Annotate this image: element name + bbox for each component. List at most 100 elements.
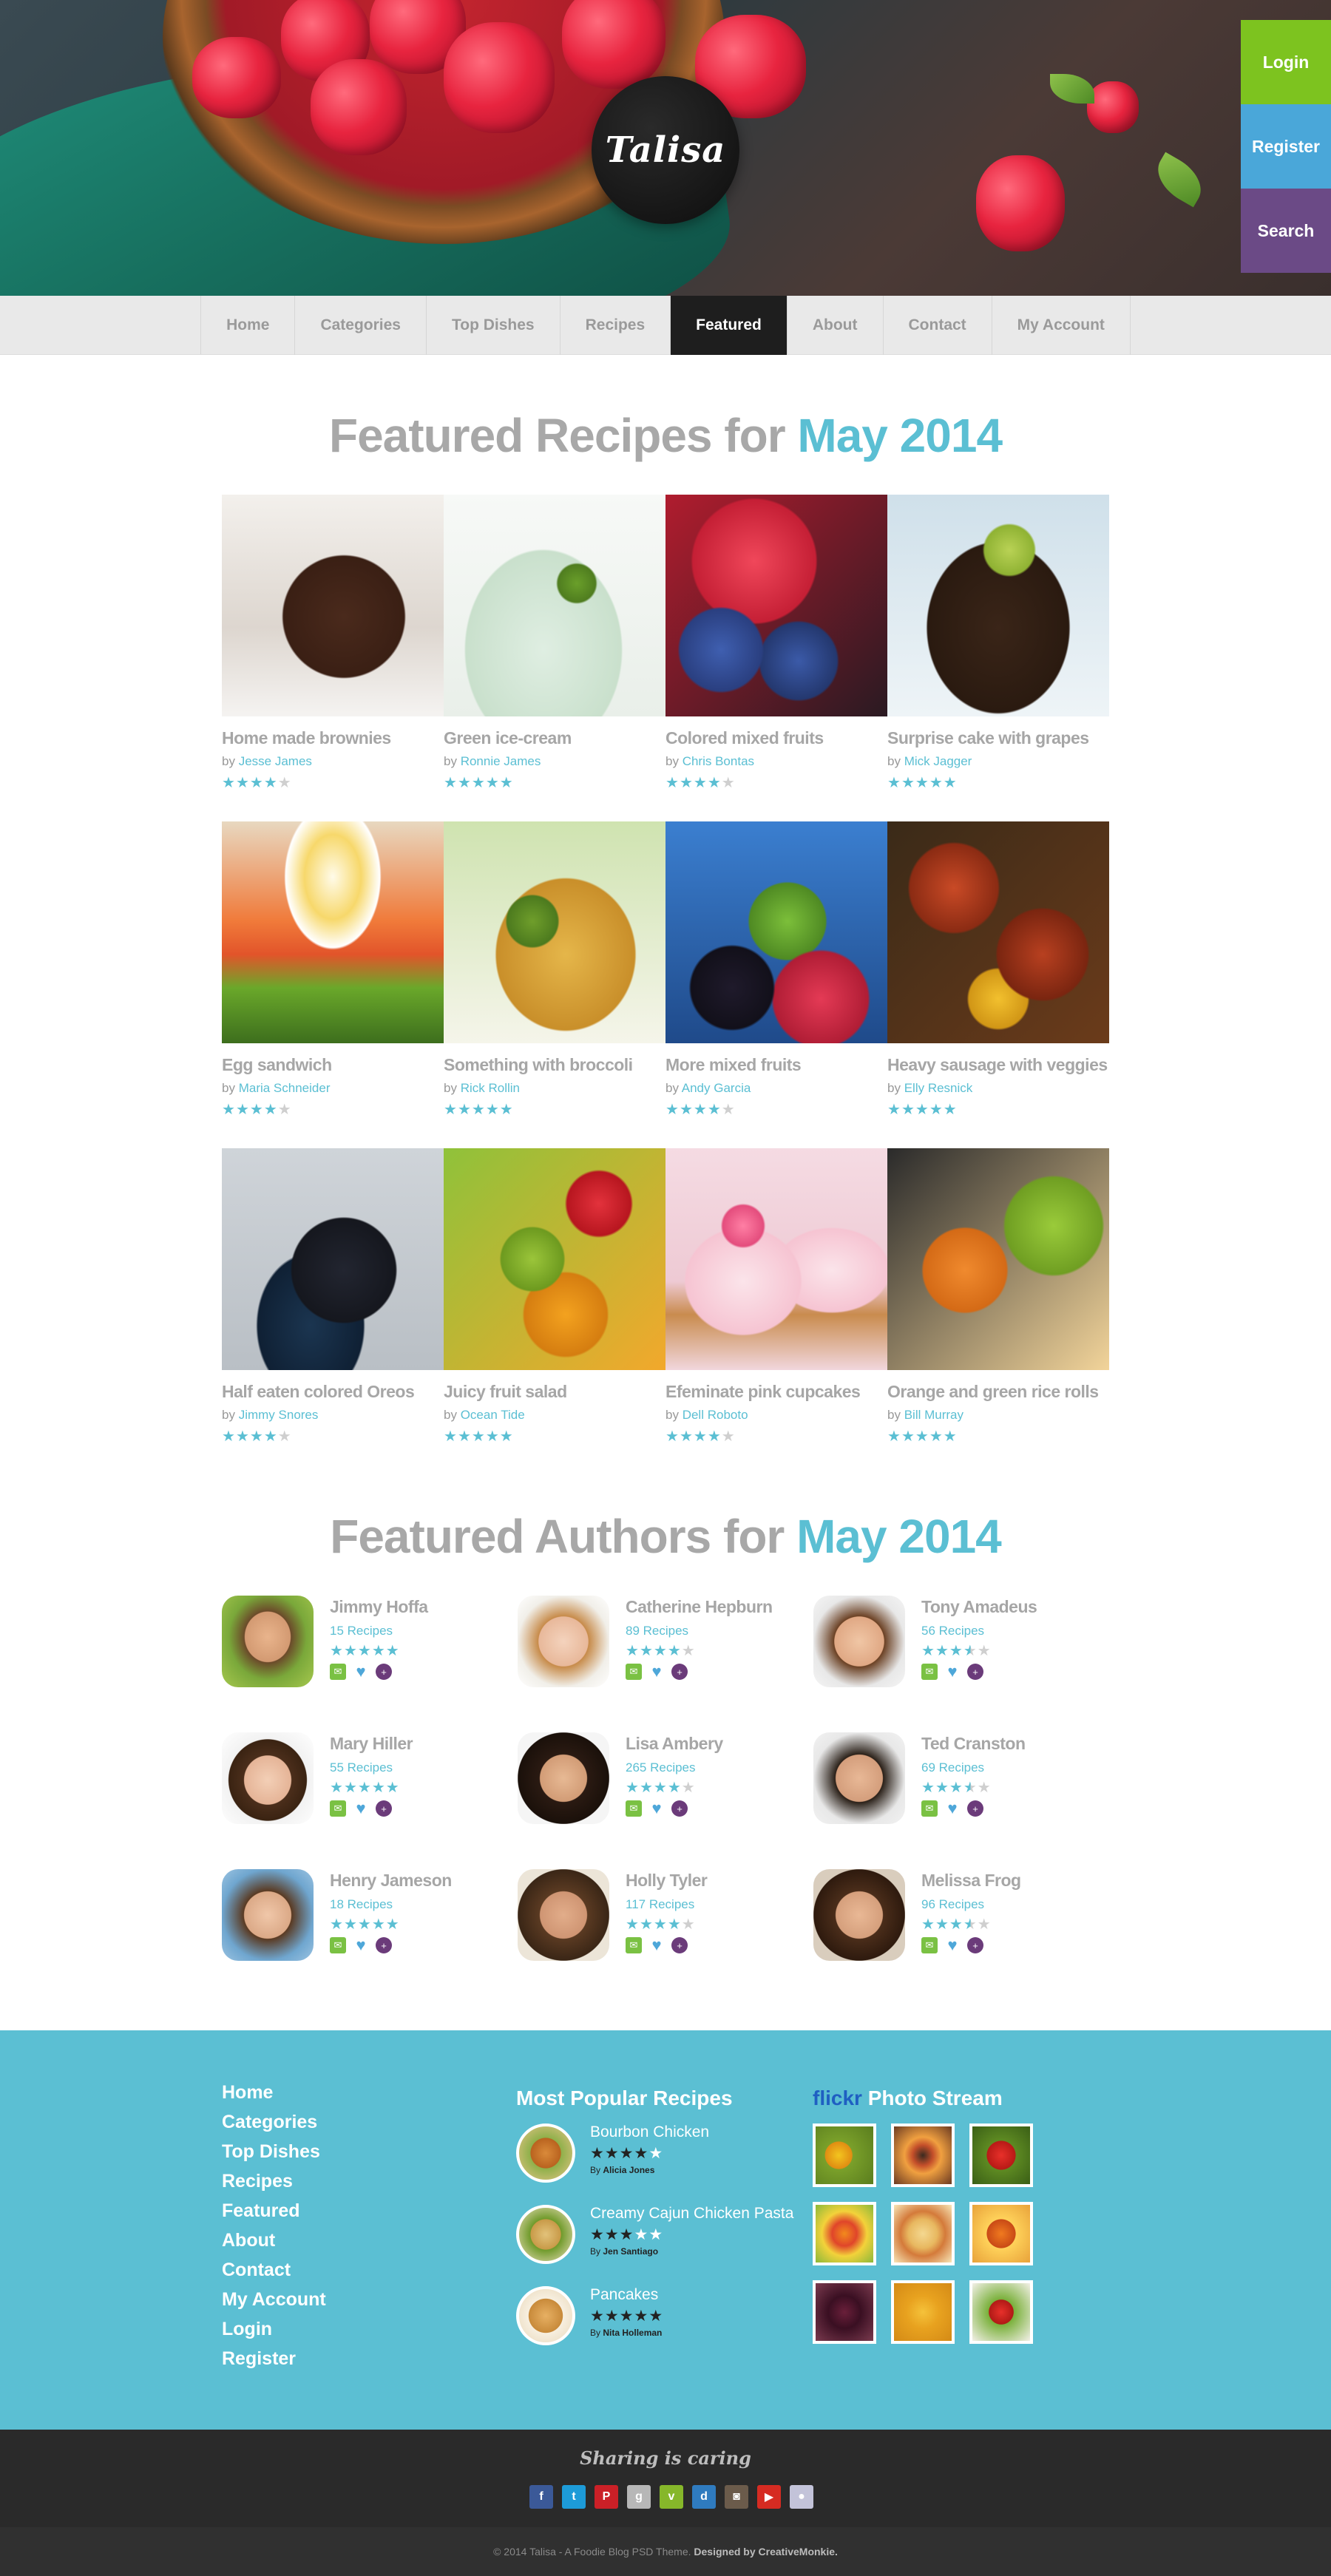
heart-icon[interactable]: ♥ bbox=[353, 1936, 369, 1954]
footer-link-my-account[interactable]: My Account bbox=[222, 2285, 326, 2314]
plus-icon[interactable]: + bbox=[376, 1664, 392, 1680]
recipe-card[interactable]: Juicy fruit salad by Ocean Tide ★★★★★ bbox=[444, 1148, 666, 1475]
popular-recipe-thumb[interactable] bbox=[516, 2286, 575, 2345]
avatar[interactable] bbox=[813, 1732, 905, 1824]
flickr-photo[interactable] bbox=[891, 2202, 955, 2265]
recipe-title[interactable]: Something with broccoli bbox=[444, 1055, 666, 1075]
site-logo[interactable]: Talisa bbox=[592, 76, 739, 224]
recipe-card[interactable]: Half eaten colored Oreos by Jimmy Snores ★… bbox=[222, 1148, 444, 1475]
author-card[interactable]: Holly Tyler 117 Recipes ★★★★★ ✉ ♥ + bbox=[518, 1869, 813, 1961]
recipe-card[interactable]: Efeminate pink cupcakes by Dell Roboto ★★★… bbox=[666, 1148, 887, 1475]
recipe-image[interactable] bbox=[444, 495, 666, 716]
footer-link-home[interactable]: Home bbox=[222, 2078, 326, 2107]
avatar[interactable] bbox=[813, 1869, 905, 1961]
nav-item-top-dishes[interactable]: Top Dishes bbox=[427, 296, 560, 355]
delicious-icon[interactable]: d bbox=[692, 2485, 716, 2509]
recipe-image[interactable] bbox=[887, 821, 1109, 1043]
recipe-card[interactable]: Green ice-cream by Ronnie James ★★★★★ bbox=[444, 495, 666, 821]
recipe-author-link[interactable]: Ronnie James bbox=[461, 754, 541, 768]
plus-icon[interactable]: + bbox=[376, 1937, 392, 1953]
designer-credit[interactable]: Designed by CreativeMonkie. bbox=[694, 2546, 838, 2558]
author-name[interactable]: Lisa Ambery bbox=[626, 1734, 723, 1754]
flickr-photo[interactable] bbox=[969, 2123, 1033, 2187]
popular-recipe-title[interactable]: Creamy Cajun Chicken Pasta bbox=[590, 2205, 793, 2223]
author-card[interactable]: Henry Jameson 18 Recipes ★★★★★ ✉ ♥ + bbox=[222, 1869, 518, 1961]
plus-icon[interactable]: + bbox=[967, 1937, 983, 1953]
plus-icon[interactable]: + bbox=[671, 1937, 688, 1953]
flickr-photo[interactable] bbox=[813, 2123, 876, 2187]
recipe-title[interactable]: More mixed fruits bbox=[666, 1055, 887, 1075]
flickr-photo[interactable] bbox=[891, 2280, 955, 2344]
author-recipe-count[interactable]: 18 Recipes bbox=[330, 1897, 452, 1912]
recipe-title[interactable]: Surprise cake with grapes bbox=[887, 728, 1109, 748]
recipe-author-link[interactable]: Jimmy Snores bbox=[239, 1408, 319, 1422]
recipe-image[interactable] bbox=[666, 821, 887, 1043]
mail-icon[interactable]: ✉ bbox=[626, 1664, 642, 1680]
recipe-image[interactable] bbox=[222, 821, 444, 1043]
nav-item-about[interactable]: About bbox=[788, 296, 884, 355]
heart-icon[interactable]: ♥ bbox=[944, 1936, 961, 1954]
pinterest-icon[interactable]: P bbox=[595, 2485, 618, 2509]
mail-icon[interactable]: ✉ bbox=[921, 1664, 938, 1680]
author-name[interactable]: Henry Jameson bbox=[330, 1871, 452, 1891]
plus-icon[interactable]: + bbox=[376, 1800, 392, 1817]
plus-icon[interactable]: + bbox=[671, 1800, 688, 1817]
author-card[interactable]: Catherine Hepburn 89 Recipes ★★★★★ ✉ ♥ + bbox=[518, 1596, 813, 1687]
login-tab[interactable]: Login bbox=[1241, 20, 1331, 104]
twitter-icon[interactable]: t bbox=[562, 2485, 586, 2509]
author-recipe-count[interactable]: 55 Recipes bbox=[330, 1760, 413, 1775]
recipe-title[interactable]: Green ice-cream bbox=[444, 728, 666, 748]
popular-recipe-title[interactable]: Pancakes bbox=[590, 2286, 663, 2304]
recipe-card[interactable]: Egg sandwich by Maria Schneider ★★★★★ bbox=[222, 821, 444, 1148]
flickr-photo[interactable] bbox=[891, 2123, 955, 2187]
recipe-card[interactable]: Heavy sausage with veggies by Elly Resnic… bbox=[887, 821, 1109, 1148]
recipe-author-link[interactable]: Elly Resnick bbox=[904, 1081, 973, 1095]
mail-icon[interactable]: ✉ bbox=[921, 1937, 938, 1953]
footer-link-recipes[interactable]: Recipes bbox=[222, 2166, 326, 2196]
recipe-author-link[interactable]: Jesse James bbox=[239, 754, 312, 768]
recipe-image[interactable] bbox=[666, 495, 887, 716]
author-name[interactable]: Holly Tyler bbox=[626, 1871, 708, 1891]
mail-icon[interactable]: ✉ bbox=[921, 1800, 938, 1817]
author-name[interactable]: Jimmy Hoffa bbox=[330, 1597, 428, 1617]
recipe-author-link[interactable]: Rick Rollin bbox=[461, 1081, 520, 1095]
recipe-author-link[interactable]: Mick Jagger bbox=[904, 754, 972, 768]
mail-icon[interactable]: ✉ bbox=[330, 1800, 346, 1817]
recipe-title[interactable]: Half eaten colored Oreos bbox=[222, 1382, 444, 1402]
recipe-image[interactable] bbox=[887, 1148, 1109, 1370]
author-recipe-count[interactable]: 15 Recipes bbox=[330, 1624, 428, 1638]
flickr-photo[interactable] bbox=[813, 2202, 876, 2265]
recipe-card[interactable]: Home made brownies by Jesse James ★★★★★ bbox=[222, 495, 444, 821]
recipe-title[interactable]: Juicy fruit salad bbox=[444, 1382, 666, 1402]
author-name[interactable]: Catherine Hepburn bbox=[626, 1597, 773, 1617]
heart-icon[interactable]: ♥ bbox=[353, 1662, 369, 1681]
heart-icon[interactable]: ♥ bbox=[944, 1662, 961, 1681]
recipe-image[interactable] bbox=[444, 821, 666, 1043]
search-tab[interactable]: Search bbox=[1241, 189, 1331, 273]
recipe-image[interactable] bbox=[666, 1148, 887, 1370]
author-recipe-count[interactable]: 56 Recipes bbox=[921, 1624, 1037, 1638]
author-card[interactable]: Mary Hiller 55 Recipes ★★★★★ ✉ ♥ + bbox=[222, 1732, 518, 1824]
recipe-author-link[interactable]: Andy Garcia bbox=[682, 1081, 751, 1095]
author-recipe-count[interactable]: 265 Recipes bbox=[626, 1760, 723, 1775]
register-tab[interactable]: Register bbox=[1241, 104, 1331, 189]
popular-recipe-item[interactable]: Pancakes ★★★★★ By Nita Holleman bbox=[516, 2286, 793, 2367]
heart-icon[interactable]: ♥ bbox=[353, 1799, 369, 1817]
popular-recipe-author[interactable]: Nita Holleman bbox=[603, 2328, 662, 2338]
popular-recipe-author[interactable]: Jen Santiago bbox=[603, 2246, 658, 2257]
popular-recipe-title[interactable]: Bourbon Chicken bbox=[590, 2123, 709, 2141]
recipe-card[interactable]: Orange and green rice rolls by Bill Murra… bbox=[887, 1148, 1109, 1475]
footer-link-login[interactable]: Login bbox=[222, 2314, 326, 2344]
recipe-title[interactable]: Egg sandwich bbox=[222, 1055, 444, 1075]
heart-icon[interactable]: ♥ bbox=[648, 1662, 665, 1681]
nav-item-categories[interactable]: Categories bbox=[295, 296, 427, 355]
heart-icon[interactable]: ♥ bbox=[944, 1799, 961, 1817]
recipe-image[interactable] bbox=[887, 495, 1109, 716]
recipe-image[interactable] bbox=[222, 1148, 444, 1370]
recipe-author-link[interactable]: Dell Roboto bbox=[683, 1408, 748, 1422]
author-name[interactable]: Melissa Frog bbox=[921, 1871, 1021, 1891]
nav-item-contact[interactable]: Contact bbox=[884, 296, 992, 355]
recipe-title[interactable]: Orange and green rice rolls bbox=[887, 1382, 1109, 1402]
nav-item-my-account[interactable]: My Account bbox=[992, 296, 1131, 355]
author-card[interactable]: Ted Cranston 69 Recipes ★★★★★ ✉ ♥ + bbox=[813, 1732, 1109, 1824]
